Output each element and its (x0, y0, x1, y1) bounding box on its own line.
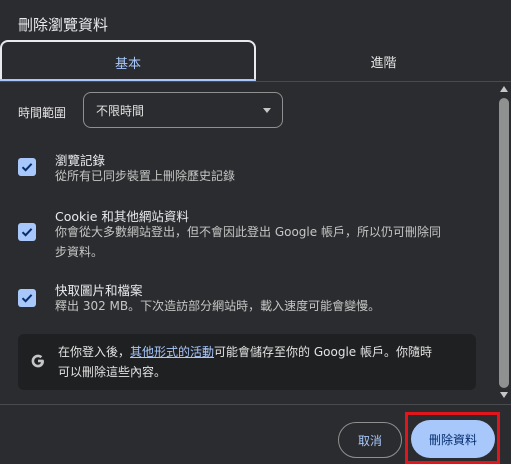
cancel-button[interactable]: 取消 (338, 422, 402, 458)
cookies-checkbox[interactable] (18, 223, 36, 241)
tab-advanced-label: 進階 (370, 55, 397, 71)
other-activity-link[interactable]: 其他形式的活動 (130, 345, 214, 359)
google-g-icon (31, 354, 44, 368)
option-cookies: Cookie 和其他網站資料 你會從大多數網站登出，但不會因此登出 Google… (0, 204, 490, 266)
cache-description: 釋出 302 MB。下次造訪部分網站時，載入速度可能會變慢。 (55, 299, 381, 313)
info-text-before: 在你登入後， (58, 345, 131, 359)
info-text-line2: 可以刪除這些內容。 (58, 365, 167, 379)
tab-bar: 基本 進階 (0, 40, 511, 82)
google-account-info-box: 在你登入後，其他形式的活動可能會儲存至你的 Google 帳戶。你隨時 可以刪除… (18, 334, 476, 390)
info-text-after: 可能會儲存至你的 Google 帳戶。你隨時 (214, 345, 432, 359)
dialog-title: 刪除瀏覽資料 (18, 16, 109, 34)
scroll-up-arrow-icon[interactable] (500, 86, 508, 92)
tab-basic[interactable]: 基本 (0, 40, 256, 82)
checkmark-icon (21, 294, 33, 303)
scroll-down-arrow-icon[interactable] (500, 392, 508, 398)
option-cache: 快取圖片和檔案 釋出 302 MB。下次造訪部分網站時，載入速度可能會變慢。 (0, 278, 490, 318)
time-range-select[interactable]: 不限時間 (83, 92, 283, 128)
option-browsing-history: 瀏覽記錄 從所有已同步裝置上刪除歷史記錄 (0, 148, 490, 188)
dropdown-caret-icon (263, 108, 271, 113)
scrollbar-thumb[interactable] (499, 98, 509, 388)
time-range-value: 不限時間 (96, 103, 145, 118)
tab-advanced[interactable]: 進階 (256, 40, 511, 82)
scrollbar[interactable] (497, 82, 511, 404)
browsing-history-description: 從所有已同步裝置上刪除歷史記錄 (55, 169, 236, 183)
cookies-description-line2: 步資料。 (55, 245, 104, 259)
checkmark-icon (21, 163, 33, 172)
checkmark-icon (21, 228, 33, 237)
cache-checkbox[interactable] (18, 289, 36, 307)
info-text: 在你登入後，其他形式的活動可能會儲存至你的 Google 帳戶。你隨時 可以刪除… (58, 342, 468, 382)
footer-divider (0, 404, 511, 405)
cookies-description-line1: 你會從大多數網站登出，但不會因此登出 Google 帳戶，所以仍可刪除同 (55, 225, 441, 239)
delete-data-button[interactable]: 刪除資料 (411, 420, 495, 458)
clear-browsing-data-dialog: 刪除瀏覽資料 基本 進階 時間範圍 不限時間 瀏覽記錄 從所有已同步裝置上刪除歷… (0, 0, 511, 464)
browsing-history-checkbox[interactable] (18, 158, 36, 176)
time-range-label: 時間範圍 (18, 106, 67, 120)
dialog-content: 時間範圍 不限時間 瀏覽記錄 從所有已同步裝置上刪除歷史記錄 Cookie 和其… (0, 82, 511, 404)
tab-basic-label: 基本 (114, 56, 141, 72)
